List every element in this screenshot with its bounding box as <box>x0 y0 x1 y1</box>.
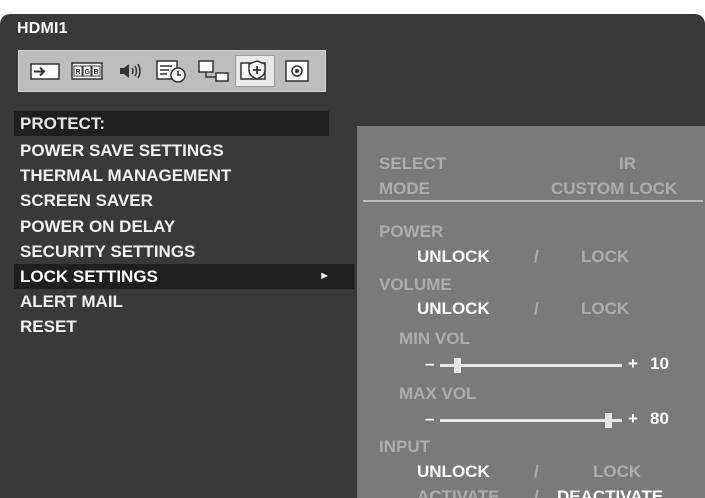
power-label: POWER <box>379 222 444 241</box>
activate-option[interactable]: ACTIVATE <box>417 487 499 498</box>
volume-unlock-option[interactable]: UNLOCK <box>417 299 490 319</box>
input-icon[interactable] <box>25 55 65 87</box>
volume-label: VOLUME <box>379 275 452 294</box>
network-icon[interactable] <box>193 55 233 87</box>
select-value[interactable]: IR <box>619 154 636 174</box>
volume-separator: / <box>534 299 539 318</box>
svg-text:G: G <box>85 69 91 76</box>
protect-submenu: POWER SAVE SETTINGS THERMAL MANAGEMENT S… <box>14 138 354 340</box>
lock-settings-panel: SELECT IR MODE CUSTOM LOCK POWER UNLOCK … <box>357 126 705 498</box>
min-vol-label: MIN VOL <box>399 329 470 348</box>
rgb-icon[interactable]: R G B <box>67 55 107 87</box>
svg-text:R: R <box>76 69 81 76</box>
max-vol-slider-handle[interactable] <box>605 413 612 428</box>
menu-item-thermal-management[interactable]: THERMAL MANAGEMENT <box>14 163 354 188</box>
input-unlock-option[interactable]: UNLOCK <box>417 462 490 482</box>
min-vol-minus[interactable]: – <box>425 354 434 374</box>
osd-menu-window: HDMI1 R G B PROTECT: POWER SAVE SETTINGS… <box>0 14 705 498</box>
schedule-icon[interactable] <box>151 55 191 87</box>
submenu-arrow-icon: ► <box>319 269 330 282</box>
select-label: SELECT <box>379 154 447 173</box>
protect-icon[interactable] <box>235 55 275 87</box>
category-icon-bar: R G B <box>18 50 326 92</box>
menu-item-power-save-settings[interactable]: POWER SAVE SETTINGS <box>14 138 354 163</box>
max-vol-value: 80 <box>650 409 669 428</box>
activate-separator: / <box>534 487 539 498</box>
menu-item-screen-saver[interactable]: SCREEN SAVER <box>14 188 354 213</box>
menu-item-lock-settings-label: LOCK SETTINGS <box>20 266 158 286</box>
max-vol-slider-track[interactable] <box>440 419 622 422</box>
mode-label: MODE <box>379 179 430 198</box>
input-title: HDMI1 <box>17 20 68 37</box>
power-unlock-option[interactable]: UNLOCK <box>417 247 490 267</box>
svg-text:B: B <box>94 69 99 76</box>
min-vol-value: 10 <box>650 354 669 373</box>
menu-item-alert-mail[interactable]: ALERT MAIL <box>14 289 354 314</box>
menu-item-reset[interactable]: RESET <box>14 314 354 339</box>
system-icon[interactable] <box>277 55 317 87</box>
mode-value[interactable]: CUSTOM LOCK <box>551 179 677 199</box>
input-lock-option[interactable]: LOCK <box>593 462 641 482</box>
input-label: INPUT <box>379 437 430 456</box>
menu-item-power-on-delay[interactable]: POWER ON DELAY <box>14 214 354 239</box>
input-separator: / <box>534 462 539 481</box>
min-vol-plus[interactable]: + <box>628 354 638 374</box>
menu-item-lock-settings[interactable]: LOCK SETTINGS ► <box>14 263 354 290</box>
max-vol-minus[interactable]: – <box>425 409 434 429</box>
audio-icon[interactable] <box>109 55 149 87</box>
max-vol-plus[interactable]: + <box>628 409 638 429</box>
power-lock-option[interactable]: LOCK <box>581 247 629 267</box>
menu-heading-label: PROTECT: <box>20 114 105 133</box>
menu-item-security-settings[interactable]: SECURITY SETTINGS <box>14 239 354 264</box>
min-vol-slider-handle[interactable] <box>454 358 461 373</box>
deactivate-option[interactable]: DEACTIVATE <box>557 487 663 498</box>
menu-heading: PROTECT: <box>14 111 329 136</box>
power-separator: / <box>534 247 539 266</box>
min-vol-slider-track[interactable] <box>440 364 622 367</box>
volume-lock-option[interactable]: LOCK <box>581 299 629 319</box>
max-vol-label: MAX VOL <box>399 384 477 403</box>
panel-divider <box>363 200 703 202</box>
